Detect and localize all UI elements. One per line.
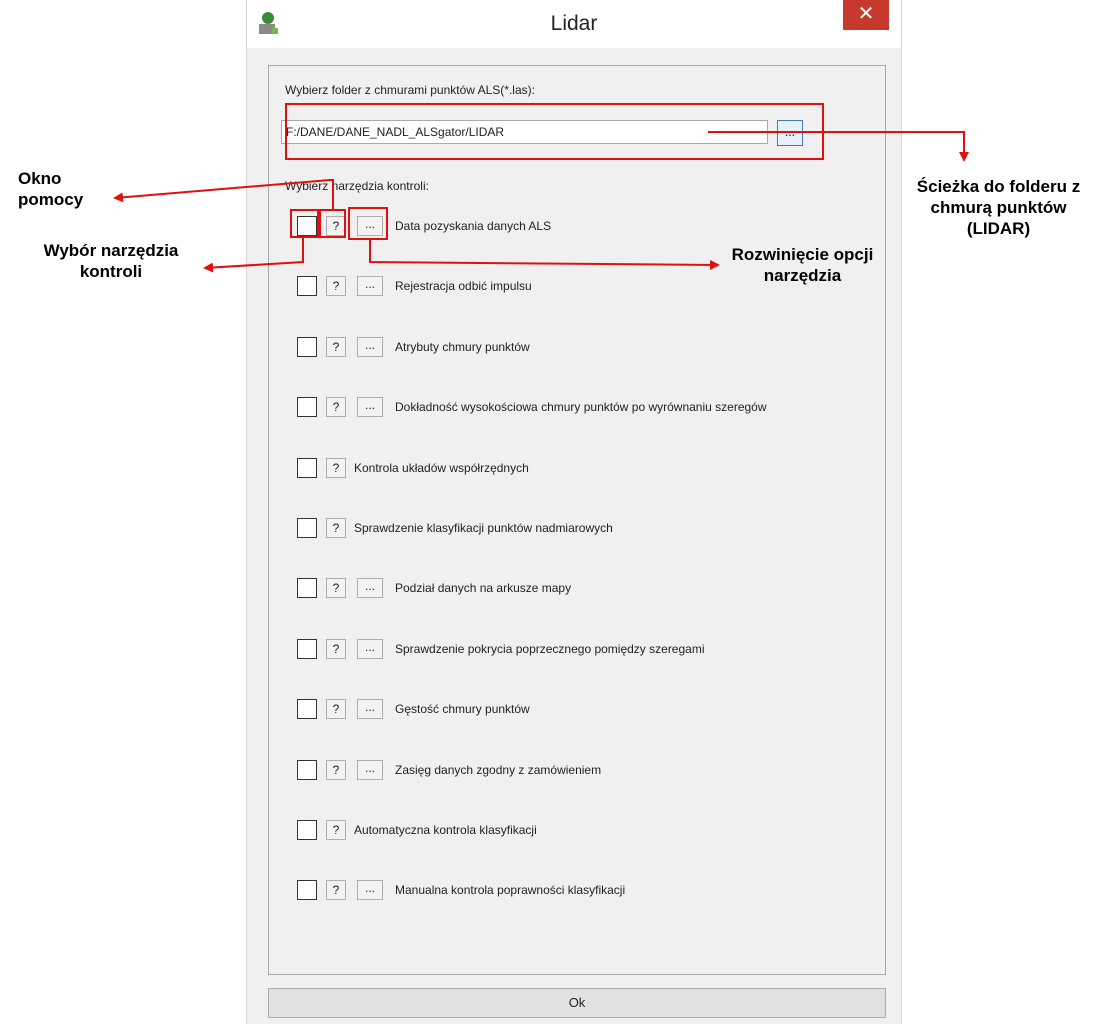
annotation-tool-select: Wybór narzędzia kontroli [43, 241, 179, 281]
annotation-folder-path: Ścieżka do folderu z chmurą punktów (LID… [916, 177, 1081, 238]
help-highlight-box [319, 209, 346, 238]
options-highlight-box [348, 207, 388, 240]
folder-arrow [708, 131, 969, 162]
checkbox-arrow [203, 237, 304, 273]
annotation-expand-options: Rozwinięcie opcji narzędzia [731, 245, 874, 285]
options-arrow [369, 239, 720, 270]
checkbox-highlight-box [290, 209, 319, 238]
annotation-overlay [113, 103, 969, 273]
help-arrow [113, 179, 334, 210]
annotation-help-window: Okno pomocy [18, 169, 84, 209]
